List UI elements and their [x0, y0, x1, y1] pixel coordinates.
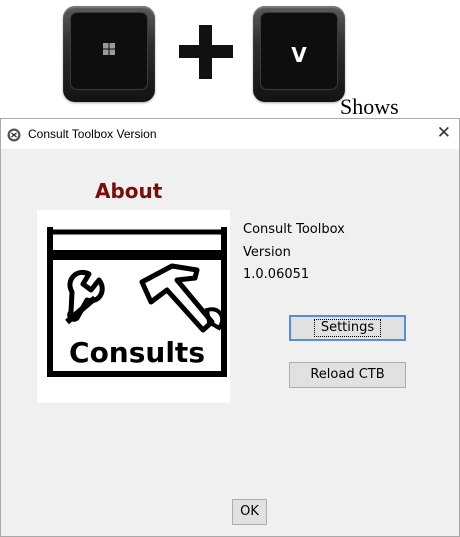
v-key-label: V [291, 43, 307, 67]
version-dialog: Consult Toolbox Version ✕ About Consults… [0, 118, 460, 537]
settings-button[interactable]: Settings [289, 315, 406, 341]
consults-logo-image: Consults [37, 210, 230, 403]
windows-icon [103, 43, 115, 55]
close-icon[interactable]: ✕ [437, 123, 451, 143]
windows-key-image [63, 6, 155, 102]
version-number: 1.0.06051 [243, 267, 310, 282]
app-logo-icon [7, 128, 21, 142]
reload-ctb-button[interactable]: Reload CTB [289, 362, 406, 388]
version-label: Version [243, 245, 291, 260]
shows-caption: Shows [340, 94, 399, 119]
v-key-image: V [253, 6, 345, 102]
app-name: Consult Toolbox [243, 222, 345, 237]
about-heading: About [95, 179, 163, 203]
title-bar: Consult Toolbox Version ✕ [1, 119, 459, 149]
window-title: Consult Toolbox Version [28, 127, 157, 141]
settings-button-label: Settings [313, 319, 382, 337]
ok-button[interactable]: OK [232, 499, 267, 525]
plus-icon [179, 25, 233, 79]
logo-text: Consults [69, 336, 205, 369]
